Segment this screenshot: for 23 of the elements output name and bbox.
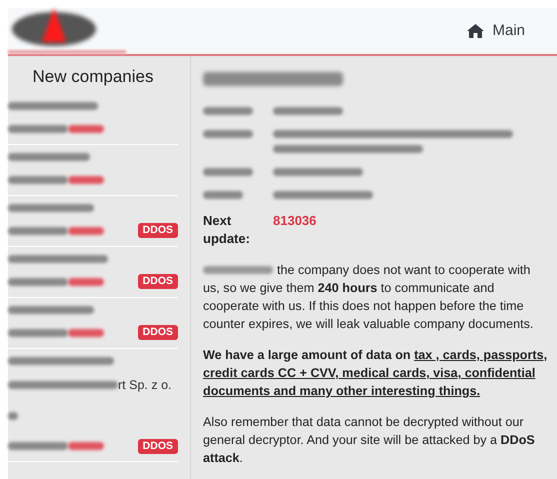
redacted-text (203, 106, 253, 116)
company-item[interactable]: DDOS (8, 196, 178, 246)
ddos-badge: DDOS (138, 438, 178, 454)
redacted-text (273, 106, 343, 116)
data-paragraph: We have a large amount of data on tax , cards, passports, credit cards CC + CVV, medical cards, visa, confidential documents and many other interesting things. (203, 347, 548, 400)
company-name-part: rt Sp. z o. (118, 376, 172, 394)
main-nav-link[interactable]: Main (467, 20, 525, 42)
next-update-label: Next update: (203, 212, 251, 248)
ddos-badge: DDOS (138, 274, 178, 289)
ddos-badge: DDOS (138, 325, 178, 340)
ddos-badge: DDOS (138, 223, 178, 238)
redacted-text (203, 190, 243, 200)
warning-paragraph: Also remember that data cannot be decrypted without our general decryptor. And your site will be attacked by a DDoS attack. (203, 414, 536, 467)
redacted-text (203, 167, 253, 177)
company-item[interactable]: rt Sp. z o. DDOS (8, 348, 178, 462)
intro-paragraph: the company does not want to cooperate with us, so we give them 240 hours to communicate and cooperate with us. If this does not happen before the time counter expires, we will leak valuable company documents. (203, 262, 534, 333)
company-item[interactable]: DDOS (8, 298, 178, 348)
sidebar-title: New companies (32, 66, 154, 88)
countdown-value: 813036 (273, 212, 318, 230)
home-icon (467, 24, 484, 38)
redacted-text (8, 411, 18, 422)
company-item[interactable]: DDOS (8, 246, 178, 298)
redacted-text (203, 129, 253, 139)
